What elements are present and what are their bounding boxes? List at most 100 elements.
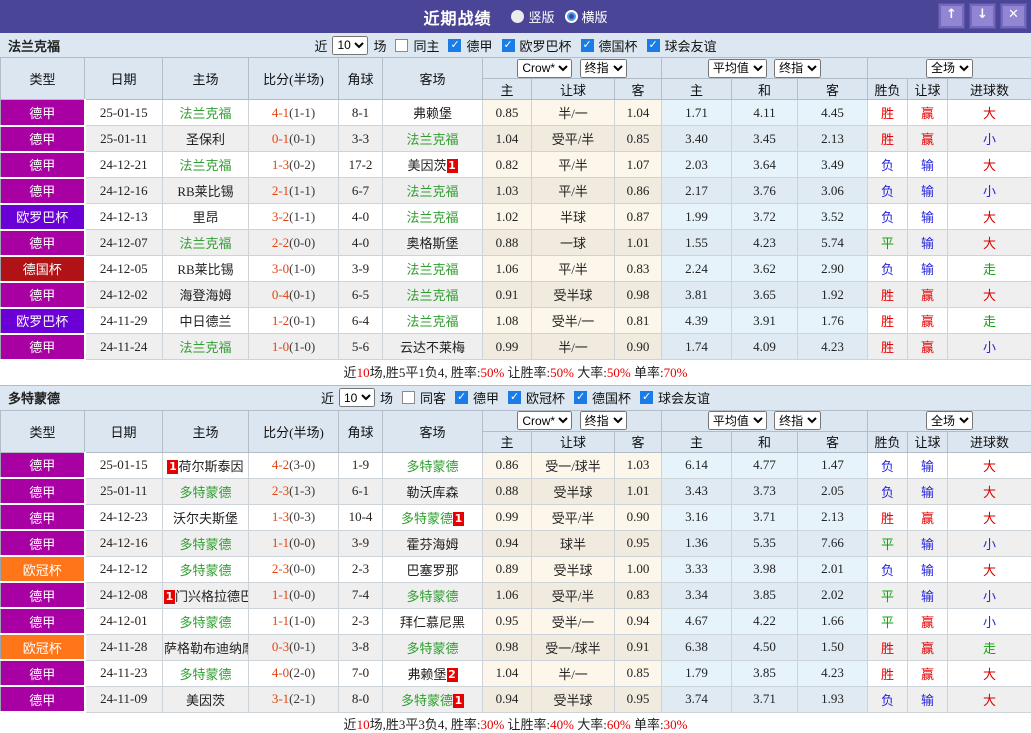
games-count-select[interactable]: 10 bbox=[332, 35, 369, 55]
handicap-odds-cell: 1.06 bbox=[482, 582, 532, 609]
result-cell: 输 bbox=[907, 452, 949, 479]
games-count-select[interactable]: 10 bbox=[338, 388, 375, 407]
col-header-corner: 角球 bbox=[338, 57, 383, 100]
final-odds-select-right[interactable]: 终指 bbox=[774, 58, 822, 78]
result-cell: 负 bbox=[867, 478, 909, 505]
date-cell: 24-12-13 bbox=[84, 203, 163, 230]
result-cell: 大 bbox=[947, 281, 1031, 308]
result-cell: 走 bbox=[947, 634, 1031, 661]
corner-cell: 4-0 bbox=[338, 203, 383, 230]
match-row: 德甲24-12-081门兴格拉德巴赫1-1(0-0)7-4 多特蒙德 1.06受平/… bbox=[0, 582, 1031, 609]
match-row: 欧冠杯 24-11-28 萨格勒布迪纳摩 0-3(0-1) 3-8 多特蒙德 0.98 受一/… bbox=[0, 634, 1031, 661]
odds-company-select[interactable]: Crow* bbox=[517, 58, 573, 78]
league-filter-checkbox-2[interactable] bbox=[574, 390, 588, 404]
vertical-layout-radio[interactable] bbox=[511, 10, 525, 23]
average-odds-cell: 2.05 bbox=[797, 478, 869, 505]
result-cell: 赢 bbox=[907, 307, 949, 334]
league-filter-checkbox-0[interactable] bbox=[454, 390, 468, 404]
date-cell: 24-12-05 bbox=[84, 255, 163, 282]
average-odds-cell: 1.93 bbox=[797, 686, 869, 713]
scope-select[interactable]: 全场 bbox=[926, 411, 974, 430]
score-cell: 2-3(1-3) bbox=[248, 478, 339, 505]
handicap-odds-cell: 1.04 bbox=[482, 125, 532, 152]
same-venue-checkbox[interactable] bbox=[395, 38, 409, 52]
average-odds-cell: 1.47 bbox=[797, 452, 869, 479]
final-odds-select-left[interactable]: 终指 bbox=[579, 411, 627, 430]
result-cell: 负 bbox=[867, 203, 909, 230]
average-odds-cell: 1.36 bbox=[661, 530, 733, 557]
home-team-cell: 多特蒙德 bbox=[162, 660, 249, 687]
league-filter-checkbox-3[interactable] bbox=[646, 38, 660, 52]
corner-cell: 3-9 bbox=[338, 255, 383, 282]
handicap-odds-cell: 0.99 bbox=[482, 504, 532, 531]
away-team-cell: 霍芬海姆 bbox=[382, 530, 483, 557]
team-label: 法兰克福 bbox=[406, 288, 459, 303]
average-odds-cell: 3.43 bbox=[661, 478, 733, 505]
result-cell: 输 bbox=[907, 686, 949, 713]
handicap-odds-cell: 0.85 bbox=[482, 99, 532, 126]
final-odds-select-right[interactable]: 终指 bbox=[774, 411, 822, 430]
handicap-odds-cell: 0.88 bbox=[482, 478, 532, 505]
col-header-corner: 角球 bbox=[338, 409, 383, 453]
sub-col-header: 和 bbox=[731, 78, 799, 100]
same-venue-checkbox[interactable] bbox=[401, 391, 415, 404]
score-cell: 0-3(0-1) bbox=[248, 634, 339, 661]
result-cell: 赢 bbox=[907, 660, 949, 687]
window-buttons: ↑ ↓ ✕ bbox=[933, 4, 1026, 28]
team-label: 云达不莱梅 bbox=[399, 340, 465, 355]
result-cell: 胜 bbox=[867, 660, 909, 687]
sub-col-header: 和 bbox=[731, 430, 799, 453]
team-label: 多特蒙德 bbox=[179, 562, 232, 578]
average-odds-select[interactable]: 平均值 bbox=[707, 411, 767, 430]
league-filter-label-0: 德甲 bbox=[466, 38, 493, 54]
league-filter-checkbox-3[interactable] bbox=[640, 390, 654, 404]
result-cell: 小 bbox=[947, 125, 1031, 152]
team-label: 弗赖堡 bbox=[412, 106, 452, 121]
average-odds-cell: 4.11 bbox=[731, 99, 799, 126]
average-odds-cell: 5.74 bbox=[797, 229, 869, 256]
average-odds-cell: 3.65 bbox=[731, 281, 799, 308]
close-button[interactable]: ✕ bbox=[1001, 4, 1026, 28]
handicap-odds-cell: 0.98 bbox=[482, 634, 532, 661]
league-filter-checkbox-2[interactable] bbox=[580, 38, 594, 52]
sub-col-header: 让球 bbox=[531, 78, 615, 100]
result-cell: 胜 bbox=[867, 307, 909, 334]
handicap-odds-cell: 1.01 bbox=[614, 478, 663, 505]
result-cell: 大 bbox=[947, 504, 1031, 531]
average-odds-select[interactable]: 平均值 bbox=[707, 58, 767, 78]
league-filter-checkbox-1[interactable] bbox=[508, 390, 521, 404]
team-label: 多特蒙德 bbox=[406, 640, 459, 656]
date-cell: 24-12-07 bbox=[84, 229, 163, 256]
handicap-odds-cell: 0.91 bbox=[482, 281, 532, 308]
average-odds-cell: 2.90 bbox=[797, 255, 869, 282]
handicap-odds-cell: 0.86 bbox=[482, 452, 532, 479]
match-row: 欧冠杯 24-12-12 多特蒙德 2-3(0-0) 2-3 巴塞罗那 0.89 受半球 1.0… bbox=[0, 556, 1031, 583]
result-cell: 赢 bbox=[907, 99, 949, 126]
result-cell: 胜 bbox=[867, 99, 909, 126]
league-filter-checkbox-1[interactable] bbox=[501, 38, 515, 52]
result-cell: 输 bbox=[907, 177, 949, 204]
final-odds-select-left[interactable]: 终指 bbox=[579, 58, 627, 78]
corner-cell: 5-6 bbox=[338, 333, 383, 360]
matches-table: 类型 日期 主场 比分(半场) 角球 客场 Crow* 终指 平均值 终指 全场… bbox=[0, 57, 1031, 361]
away-team-cell: 多特蒙德 bbox=[382, 452, 483, 479]
away-team-cell: 多特蒙德 1 bbox=[382, 504, 483, 531]
corner-cell: 6-5 bbox=[338, 281, 383, 308]
move-down-button[interactable]: ↓ bbox=[970, 4, 995, 28]
result-cell: 小 bbox=[947, 333, 1031, 360]
team-label: 法兰克福 bbox=[179, 158, 232, 173]
scope-select[interactable]: 全场 bbox=[926, 58, 974, 78]
sub-col-header: 主 bbox=[661, 430, 733, 453]
date-cell: 24-11-09 bbox=[84, 686, 163, 713]
team-label: 多特蒙德 bbox=[179, 536, 232, 552]
average-odds-cell: 3.45 bbox=[731, 125, 799, 152]
date-cell: 24-11-29 bbox=[84, 307, 163, 334]
handicap-odds-cell: 受半/一 bbox=[531, 608, 615, 635]
corner-cell: 3-8 bbox=[338, 634, 383, 661]
odds-company-select[interactable]: Crow* bbox=[517, 411, 573, 430]
move-up-button[interactable]: ↑ bbox=[939, 4, 964, 28]
league-filter-checkbox-0[interactable] bbox=[448, 38, 462, 52]
result-cell: 胜 bbox=[867, 634, 909, 661]
result-cell: 平 bbox=[867, 608, 909, 635]
horizontal-layout-radio[interactable] bbox=[564, 10, 578, 23]
